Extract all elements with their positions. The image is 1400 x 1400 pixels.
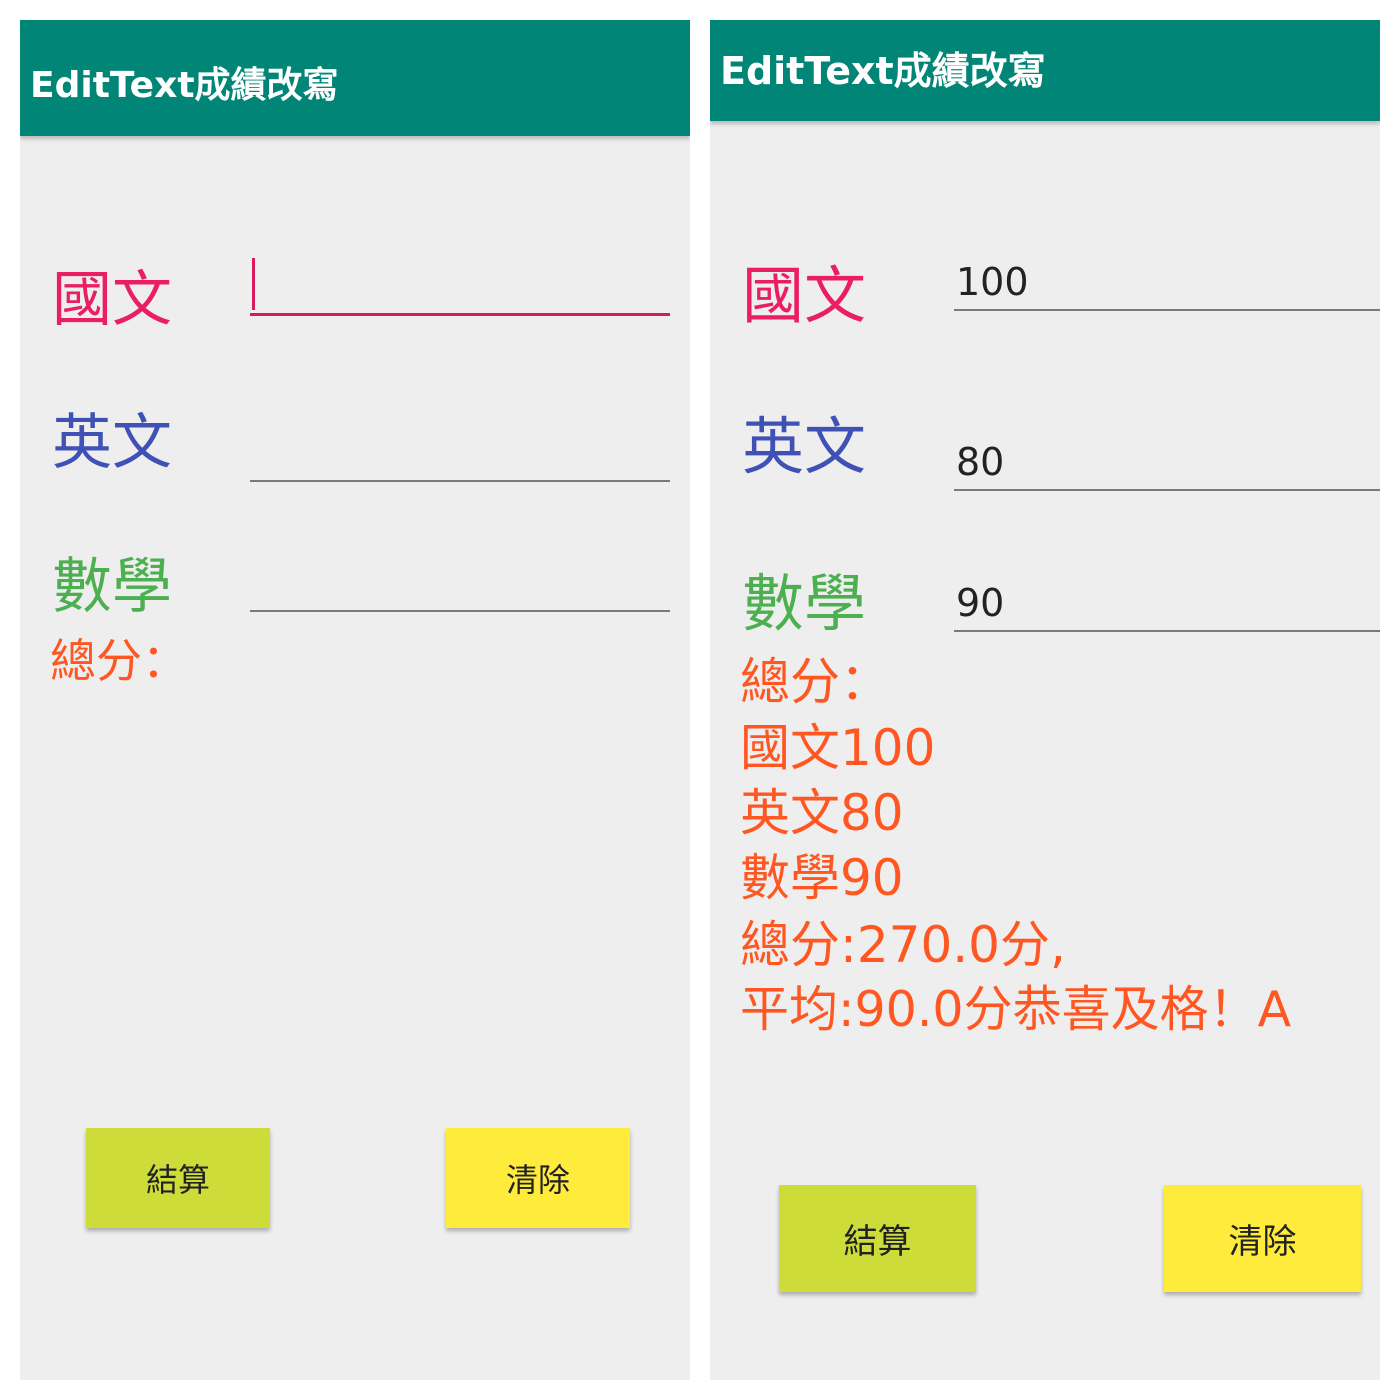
english-label: 英文 [742,410,867,483]
result-line: 數學90 [740,849,904,907]
result-text: 總分： 國文100 英文80 數學90 總分:270.0分, 平均:90.0分恭… [740,657,1291,1034]
math-label: 數學 [742,567,867,640]
app-title: EditText成績改寫 [30,65,339,106]
app-bar: EditText成績改寫 [20,20,690,136]
input-underline [954,489,1380,491]
chinese-label: 國文 [52,265,172,335]
left-phone-screen: EditText成績改寫 國文 英文 數學 總分： 結算 清除 [20,20,690,1380]
right-phone-screen: EditText成績改寫 國文 100 英文 80 數學 90 總分： 國文10… [710,20,1380,1380]
english-score-input[interactable] [250,420,670,482]
result-line: 總分:270.0分, [740,916,1066,974]
math-label: 數學 [52,552,172,622]
result-line: 英文80 [740,784,904,842]
app-title: EditText成績改寫 [720,49,1046,93]
result-line: 國文100 [740,719,936,777]
chinese-score-input[interactable]: 100 [954,246,1380,311]
clear-button[interactable]: 清除 [446,1128,630,1228]
math-score-input[interactable] [250,550,670,612]
input-value: 90 [956,581,1005,625]
result-line: 總分： [50,634,188,688]
input-underline [250,610,670,612]
input-value: 80 [956,440,1005,484]
input-underline [954,309,1380,311]
calculate-button[interactable]: 結算 [86,1128,270,1228]
chinese-label: 國文 [742,259,867,332]
input-underline [954,630,1380,632]
input-underline [250,480,670,482]
input-value: 100 [956,260,1029,304]
calculate-button[interactable]: 結算 [779,1185,976,1292]
chinese-score-input[interactable] [250,256,670,316]
result-line: 平均:90.0分恭喜及格！A [740,981,1292,1038]
app-bar: EditText成績改寫 [710,20,1380,121]
english-label: 英文 [52,408,172,478]
result-text: 總分： [50,638,188,684]
clear-button[interactable]: 清除 [1164,1185,1361,1292]
text-cursor [252,258,255,310]
input-underline [250,313,670,316]
math-score-input[interactable]: 90 [954,567,1380,632]
result-line: 總分： [740,653,890,711]
english-score-input[interactable]: 80 [954,426,1380,491]
